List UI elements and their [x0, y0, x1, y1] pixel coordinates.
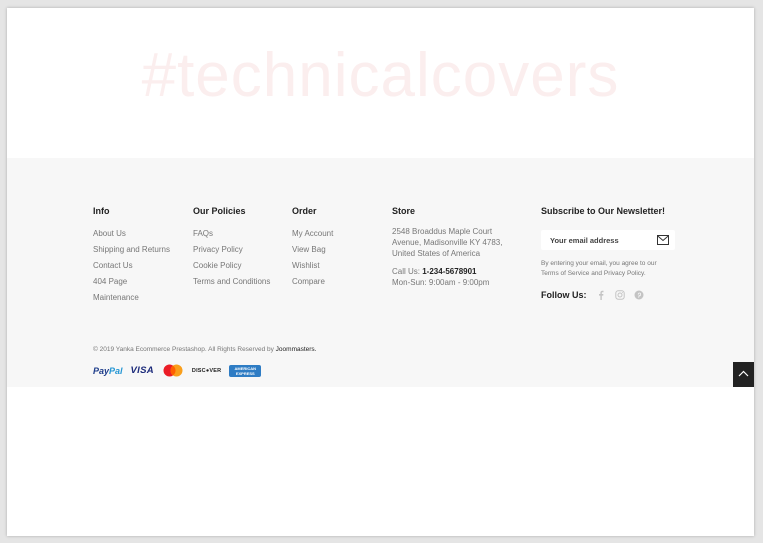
footer-col-policies: Our Policies FAQs Privacy Policy Cookie … [193, 206, 270, 290]
store-contact: Call Us: 1-234-5678901 Mon-Sun: 9:00am -… [392, 266, 502, 288]
hero-section: #technicalcovers [7, 8, 754, 158]
paypal-logo: Pay Pal [93, 366, 123, 376]
amex-text-b: EXPRESS [235, 370, 255, 376]
link-shipping-returns[interactable]: Shipping and Returns [93, 242, 170, 258]
terms-line-1: By entering your email, you agree to our [541, 260, 657, 267]
policies-title: Our Policies [193, 206, 246, 216]
pinterest-icon[interactable] [634, 290, 644, 300]
instagram-icon[interactable] [614, 290, 625, 300]
info-title: Info [93, 206, 110, 216]
newsletter-title: Subscribe to Our Newsletter! [541, 206, 666, 216]
address-line-2: Avenue, Madisonville KY 4783, [392, 238, 503, 247]
address-line-1: 2548 Broaddus Maple Court [392, 227, 493, 236]
paypal-text-a: Pay [93, 365, 110, 376]
footer: Info About Us Shipping and Returns Conta… [7, 158, 754, 387]
footer-col-order: Order My Account View Bag Wishlist Compa… [292, 206, 333, 290]
envelope-icon[interactable] [657, 235, 669, 245]
link-compare[interactable]: Compare [292, 274, 333, 290]
link-view-bag[interactable]: View Bag [292, 242, 333, 258]
hashtag-heading: #technicalcovers [141, 41, 620, 110]
mastercard-icon [163, 364, 183, 377]
discover-logo: DISC●VER [191, 367, 222, 374]
copyright-text: © 2019 Yanka Ecommerce Prestashop. All R… [93, 346, 276, 353]
link-maintenance[interactable]: Maintenance [93, 290, 170, 306]
copyright: © 2019 Yanka Ecommerce Prestashop. All R… [93, 346, 317, 353]
link-wishlist[interactable]: Wishlist [292, 258, 333, 274]
order-title: Order [292, 206, 317, 216]
link-faqs[interactable]: FAQs [193, 226, 270, 242]
follow-us: Follow Us: [541, 290, 653, 300]
copyright-brand-link[interactable]: Joommasters. [276, 346, 317, 353]
newsletter-form [541, 230, 675, 250]
link-terms-conditions[interactable]: Terms and Conditions [193, 274, 270, 290]
terms-line-2: Terms of Service and Privacy Policy. [541, 270, 646, 277]
back-to-top-button[interactable] [733, 362, 754, 387]
link-cookie-policy[interactable]: Cookie Policy [193, 258, 270, 274]
amex-logo: AMERICAN EXPRESS [229, 364, 262, 377]
phone-number[interactable]: 1-234-5678901 [422, 267, 476, 276]
store-phone-line: Call Us: 1-234-5678901 [392, 266, 502, 277]
store-address: 2548 Broaddus Maple Court Avenue, Madiso… [392, 226, 502, 259]
newsletter-terms: By entering your email, you agree to our… [541, 259, 681, 279]
link-about-us[interactable]: About Us [93, 226, 170, 242]
email-input[interactable] [550, 234, 650, 246]
visa-logo: VISA [130, 365, 154, 376]
follow-label: Follow Us: [541, 290, 587, 300]
footer-col-info: Info About Us Shipping and Returns Conta… [93, 206, 170, 306]
payment-methods: Pay Pal VISA DISC●VER AMERICAN EXPRESS [93, 364, 269, 377]
store-title: Store [392, 206, 416, 216]
facebook-icon[interactable] [596, 290, 606, 300]
call-label: Call Us: [392, 267, 423, 276]
store-hours: Mon-Sun: 9:00am - 9:00pm [392, 278, 490, 287]
link-404-page[interactable]: 404 Page [93, 274, 170, 290]
page: #technicalcovers Info About Us Shipping … [7, 8, 754, 536]
chevron-up-icon [738, 370, 749, 377]
paypal-text-b: Pal [109, 365, 123, 376]
link-privacy-policy[interactable]: Privacy Policy [193, 242, 270, 258]
link-contact-us[interactable]: Contact Us [93, 258, 170, 274]
footer-col-newsletter: Subscribe to Our Newsletter! [541, 206, 665, 226]
mastercard-logo [162, 364, 184, 377]
address-line-3: United States of America [392, 249, 481, 258]
footer-col-store: Store 2548 Broaddus Maple Court Avenue, … [392, 206, 502, 288]
link-my-account[interactable]: My Account [292, 226, 333, 242]
